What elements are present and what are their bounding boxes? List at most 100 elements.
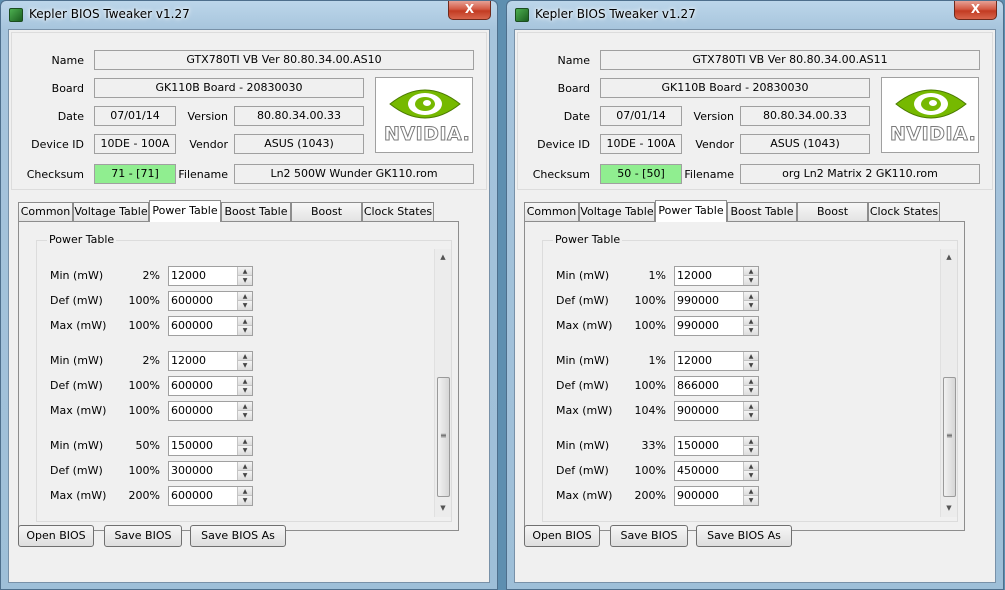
spin-up-icon[interactable]: ▲ [743, 437, 758, 446]
scrollbar-thumb[interactable]: ≡ [437, 377, 450, 497]
tab-power-table[interactable]: Power Table [149, 200, 221, 222]
arrow-up-icon[interactable]: ▲ [941, 249, 957, 266]
tab-clock-states[interactable]: Clock States [868, 202, 940, 221]
vendor-field[interactable]: ASUS (1043) [234, 134, 364, 154]
spin-down-icon[interactable]: ▼ [743, 386, 758, 395]
power-value-spinbox[interactable]: 12000 ▲ ▼ [674, 266, 759, 286]
vertical-scrollbar[interactable]: ▲ ≡ ▼ [940, 249, 957, 517]
save-bios-as-button[interactable]: Save BIOS As [696, 525, 792, 547]
spin-up-icon[interactable]: ▲ [237, 267, 252, 276]
spin-up-icon[interactable]: ▲ [237, 292, 252, 301]
board-field[interactable]: GK110B Board - 20830030 [600, 78, 870, 98]
checksum-field[interactable]: 71 - [71] [94, 164, 176, 184]
arrow-up-icon[interactable]: ▲ [435, 249, 451, 266]
power-value-spinbox[interactable]: 600000 ▲ ▼ [168, 401, 253, 421]
spin-down-icon[interactable]: ▼ [743, 496, 758, 505]
power-value-spinbox[interactable]: 150000 ▲ ▼ [168, 436, 253, 456]
close-button[interactable]: X [954, 1, 997, 20]
spin-down-icon[interactable]: ▼ [743, 471, 758, 480]
spin-up-icon[interactable]: ▲ [743, 317, 758, 326]
arrow-down-icon[interactable]: ▼ [435, 500, 451, 517]
spin-down-icon[interactable]: ▼ [743, 361, 758, 370]
tab-boost-table[interactable]: Boost Table [727, 202, 797, 221]
tab-boost-states[interactable]: Boost States [797, 202, 868, 235]
power-value-spinbox[interactable]: 300000 ▲ ▼ [168, 461, 253, 481]
spin-up-icon[interactable]: ▲ [237, 437, 252, 446]
spin-down-icon[interactable]: ▼ [237, 446, 252, 455]
spin-down-icon[interactable]: ▼ [743, 276, 758, 285]
spin-down-icon[interactable]: ▼ [743, 446, 758, 455]
power-value-spinbox[interactable]: 600000 ▲ ▼ [168, 316, 253, 336]
save-bios-as-button[interactable]: Save BIOS As [190, 525, 286, 547]
power-value-spinbox[interactable]: 866000 ▲ ▼ [674, 376, 759, 396]
spin-down-icon[interactable]: ▼ [237, 386, 252, 395]
filename-field[interactable]: Ln2 500W Wunder GK110.rom [234, 164, 474, 184]
spin-up-icon[interactable]: ▲ [743, 377, 758, 386]
name-field[interactable]: GTX780TI VB Ver 80.80.34.00.AS11 [600, 50, 980, 70]
spin-down-icon[interactable]: ▼ [237, 326, 252, 335]
tab-voltage-table[interactable]: Voltage Table [73, 202, 149, 221]
spin-up-icon[interactable]: ▲ [743, 462, 758, 471]
tab-power-table[interactable]: Power Table [655, 200, 727, 222]
arrow-down-icon[interactable]: ▼ [941, 500, 957, 517]
power-value-spinbox[interactable]: 990000 ▲ ▼ [674, 316, 759, 336]
tab-common[interactable]: Common [524, 202, 579, 221]
save-bios-button[interactable]: Save BIOS [610, 525, 688, 547]
title-bar[interactable]: Kepler BIOS Tweaker v1.27 X [507, 1, 1003, 29]
spin-up-icon[interactable]: ▲ [237, 317, 252, 326]
power-value-spinbox[interactable]: 990000 ▲ ▼ [674, 291, 759, 311]
tab-voltage-table[interactable]: Voltage Table [579, 202, 655, 221]
spin-up-icon[interactable]: ▲ [743, 292, 758, 301]
save-bios-button[interactable]: Save BIOS [104, 525, 182, 547]
spin-down-icon[interactable]: ▼ [237, 411, 252, 420]
spin-down-icon[interactable]: ▼ [743, 411, 758, 420]
spin-up-icon[interactable]: ▲ [237, 377, 252, 386]
spin-down-icon[interactable]: ▼ [743, 301, 758, 310]
power-value-spinbox[interactable]: 600000 ▲ ▼ [168, 291, 253, 311]
spin-up-icon[interactable]: ▲ [743, 487, 758, 496]
spin-down-icon[interactable]: ▼ [237, 496, 252, 505]
power-value-spinbox[interactable]: 900000 ▲ ▼ [674, 486, 759, 506]
device-id-field[interactable]: 10DE - 100A [600, 134, 682, 154]
version-field[interactable]: 80.80.34.00.33 [234, 106, 364, 126]
power-value-spinbox[interactable]: 150000 ▲ ▼ [674, 436, 759, 456]
spin-up-icon[interactable]: ▲ [743, 267, 758, 276]
vendor-field[interactable]: ASUS (1043) [740, 134, 870, 154]
power-value-spinbox[interactable]: 12000 ▲ ▼ [168, 351, 253, 371]
name-field[interactable]: GTX780TI VB Ver 80.80.34.00.AS10 [94, 50, 474, 70]
power-value-spinbox[interactable]: 12000 ▲ ▼ [674, 351, 759, 371]
spin-up-icon[interactable]: ▲ [237, 352, 252, 361]
spin-down-icon[interactable]: ▼ [237, 276, 252, 285]
tab-clock-states[interactable]: Clock States [362, 202, 434, 221]
power-value-spinbox[interactable]: 12000 ▲ ▼ [168, 266, 253, 286]
title-bar[interactable]: Kepler BIOS Tweaker v1.27 X [1, 1, 497, 29]
vertical-scrollbar[interactable]: ▲ ≡ ▼ [434, 249, 451, 517]
spin-up-icon[interactable]: ▲ [743, 402, 758, 411]
open-bios-button[interactable]: Open BIOS [524, 525, 600, 547]
power-value-spinbox[interactable]: 600000 ▲ ▼ [168, 486, 253, 506]
spin-up-icon[interactable]: ▲ [237, 487, 252, 496]
tab-boost-table[interactable]: Boost Table [221, 202, 291, 221]
spin-down-icon[interactable]: ▼ [237, 471, 252, 480]
spin-down-icon[interactable]: ▼ [237, 361, 252, 370]
date-field[interactable]: 07/01/14 [94, 106, 176, 126]
close-button[interactable]: X [448, 1, 491, 20]
date-field[interactable]: 07/01/14 [600, 106, 682, 126]
device-id-field[interactable]: 10DE - 100A [94, 134, 176, 154]
power-value-spinbox[interactable]: 450000 ▲ ▼ [674, 461, 759, 481]
spin-down-icon[interactable]: ▼ [237, 301, 252, 310]
scrollbar-thumb[interactable]: ≡ [943, 377, 956, 497]
board-field[interactable]: GK110B Board - 20830030 [94, 78, 364, 98]
spin-up-icon[interactable]: ▲ [743, 352, 758, 361]
tab-common[interactable]: Common [18, 202, 73, 221]
checksum-field[interactable]: 50 - [50] [600, 164, 682, 184]
spin-up-icon[interactable]: ▲ [237, 402, 252, 411]
spin-up-icon[interactable]: ▲ [237, 462, 252, 471]
open-bios-button[interactable]: Open BIOS [18, 525, 94, 547]
version-field[interactable]: 80.80.34.00.33 [740, 106, 870, 126]
power-value-spinbox[interactable]: 900000 ▲ ▼ [674, 401, 759, 421]
power-value-spinbox[interactable]: 600000 ▲ ▼ [168, 376, 253, 396]
tab-boost-states[interactable]: Boost States [291, 202, 362, 235]
spin-down-icon[interactable]: ▼ [743, 326, 758, 335]
filename-field[interactable]: org Ln2 Matrix 2 GK110.rom [740, 164, 980, 184]
